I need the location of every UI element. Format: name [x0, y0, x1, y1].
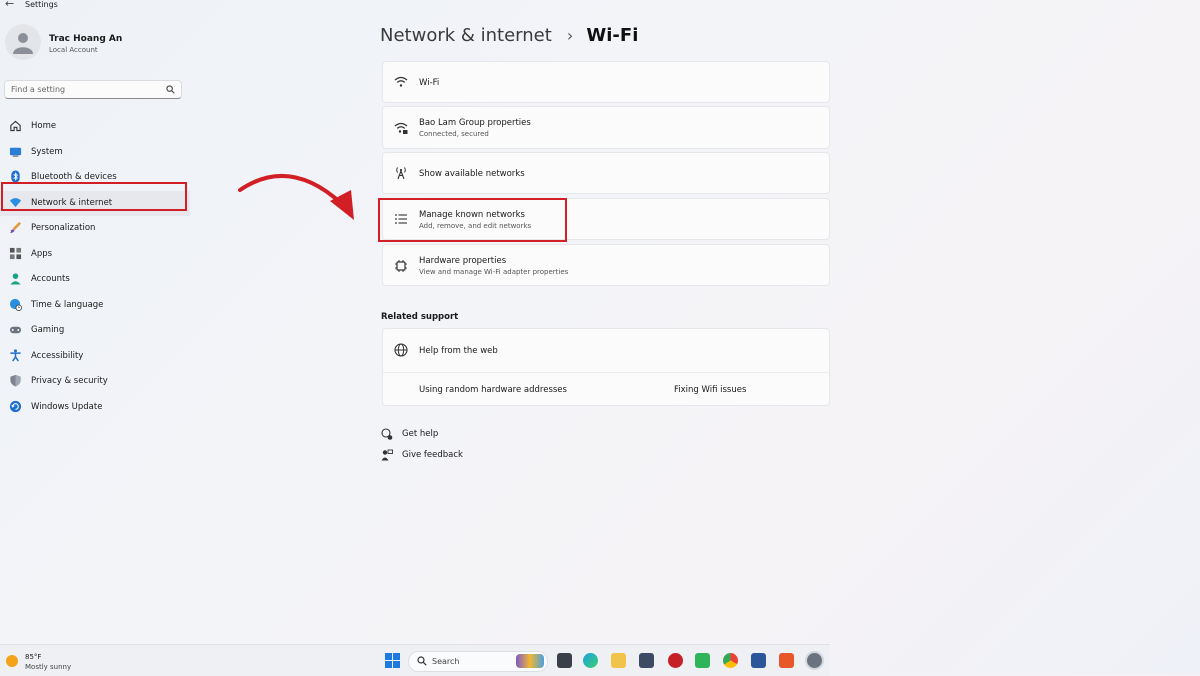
- sidebar-item-label: Accessibility: [31, 350, 84, 361]
- wifi-toggle-card[interactable]: Wi-Fi: [382, 61, 830, 103]
- sun-icon: [6, 655, 18, 667]
- link-fixing-wifi-issues[interactable]: Fixing Wifi issues: [674, 385, 746, 395]
- card-subtitle: View and manage Wi-Fi adapter properties: [419, 268, 569, 276]
- taskbar: 85°F Mostly sunny Search: [0, 644, 830, 676]
- account-type: Local Account: [49, 46, 98, 54]
- start-button[interactable]: [385, 653, 400, 668]
- highlight-box-network: [1, 182, 187, 211]
- link-random-hardware-addresses[interactable]: Using random hardware addresses: [419, 385, 567, 395]
- file-explorer-icon[interactable]: [611, 653, 626, 668]
- feedback-icon: [381, 449, 393, 461]
- media-app-icon[interactable]: [668, 653, 683, 668]
- give-feedback-label: Give feedback: [402, 450, 463, 460]
- window-title: Settings: [25, 0, 58, 9]
- task-view-icon[interactable]: [557, 653, 572, 668]
- breadcrumb-parent[interactable]: Network & internet: [380, 25, 552, 46]
- weather-condition: Mostly sunny: [25, 663, 72, 671]
- settings-gear-icon[interactable]: [807, 653, 822, 668]
- get-help-label: Get help: [402, 429, 439, 439]
- sidebar-nav: Home System Bluetooth & devices Network …: [0, 114, 190, 420]
- sidebar-item-gaming[interactable]: Gaming: [0, 318, 190, 344]
- sidebar-item-label: Gaming: [31, 325, 65, 335]
- brush-icon: [9, 221, 22, 234]
- taskbar-search-label: Search: [432, 657, 460, 666]
- user-name: Trac Hoang An: [49, 34, 123, 44]
- apps-icon: [9, 247, 22, 259]
- sidebar-item-label: Privacy & security: [31, 376, 108, 386]
- sidebar-item-accessibility[interactable]: Accessibility: [0, 344, 190, 370]
- store-icon[interactable]: [639, 653, 654, 668]
- person-icon: [13, 33, 33, 54]
- coccoc-green-icon[interactable]: [695, 653, 710, 668]
- card-subtitle: Connected, secured: [419, 130, 489, 138]
- search-input[interactable]: Find a setting: [11, 85, 65, 94]
- sidebar-item-privacy[interactable]: Privacy & security: [0, 369, 190, 395]
- sidebar-item-accounts[interactable]: Accounts: [0, 267, 190, 293]
- highlight-box-manage-networks: [378, 198, 567, 242]
- annotation-arrow: [238, 173, 354, 220]
- search-icon: [417, 656, 427, 666]
- avatar: [5, 24, 41, 60]
- sidebar-item-label: Bluetooth & devices: [31, 172, 117, 182]
- wifi-secured-icon: [394, 122, 408, 134]
- related-support-heading: Related support: [381, 312, 459, 322]
- coccoc-orange-icon[interactable]: [779, 653, 794, 668]
- chip-icon: [395, 260, 407, 272]
- system-icon: [9, 147, 22, 157]
- card-title: Bao Lam Group properties: [419, 118, 531, 128]
- search-highlight-icon: [516, 654, 544, 668]
- sidebar-item-label: Apps: [31, 248, 53, 259]
- sidebar-item-label: System: [31, 146, 63, 157]
- accessibility-icon: [10, 348, 21, 361]
- breadcrumb: Network & internet › Wi-Fi: [380, 25, 638, 46]
- sidebar-item-home[interactable]: Home: [0, 114, 190, 140]
- globe-icon: [394, 343, 408, 357]
- divider: [383, 372, 829, 373]
- help-icon: [381, 428, 393, 440]
- hardware-properties-card[interactable]: Hardware properties View and manage Wi-F…: [382, 244, 830, 286]
- network-properties-card[interactable]: Bao Lam Group properties Connected, secu…: [382, 106, 830, 149]
- sidebar-item-label: Personalization: [31, 223, 96, 233]
- antenna-icon: [396, 167, 406, 180]
- card-title: Hardware properties: [419, 256, 507, 266]
- weather-temperature: 85°F: [25, 653, 42, 661]
- card-title: Show available networks: [419, 169, 525, 179]
- gamepad-icon: [9, 326, 22, 334]
- sidebar-item-personalization[interactable]: Personalization: [0, 216, 190, 242]
- sidebar-item-label: Home: [31, 121, 57, 131]
- edge-browser-icon[interactable]: [583, 653, 598, 668]
- sidebar-item-label: Accounts: [31, 274, 70, 284]
- globe-clock-icon: [9, 298, 22, 311]
- sidebar-item-system[interactable]: System: [0, 140, 190, 166]
- sidebar-item-apps[interactable]: Apps: [0, 242, 190, 268]
- chrome-icon[interactable]: [723, 653, 738, 668]
- accounts-icon: [10, 273, 21, 285]
- taskbar-search[interactable]: Search: [408, 651, 548, 672]
- page-title: Wi-Fi: [586, 25, 639, 46]
- word-icon[interactable]: [751, 653, 766, 668]
- wifi-icon: [394, 76, 408, 87]
- card-title: Wi-Fi: [419, 78, 440, 88]
- home-icon: [10, 120, 21, 132]
- chevron-right-icon: ›: [566, 26, 574, 45]
- user-profile[interactable]: Trac Hoang An Local Account: [5, 24, 185, 62]
- sidebar-item-time-language[interactable]: Time & language: [0, 293, 190, 319]
- show-networks-card[interactable]: Show available networks: [382, 152, 830, 194]
- update-icon: [9, 400, 22, 412]
- shield-icon: [10, 374, 21, 387]
- related-support-card: Help from the web Using random hardware …: [382, 328, 830, 406]
- sidebar-item-label: Windows Update: [31, 401, 103, 412]
- sidebar-item-windows-update[interactable]: Windows Update: [0, 395, 190, 421]
- back-button[interactable]: ←: [5, 0, 14, 10]
- search-icon: [166, 85, 175, 94]
- settings-search[interactable]: Find a setting: [4, 80, 182, 99]
- title-bar: ← Settings: [0, 0, 830, 12]
- sidebar-item-label: Time & language: [31, 299, 104, 310]
- help-from-web-label[interactable]: Help from the web: [419, 346, 498, 356]
